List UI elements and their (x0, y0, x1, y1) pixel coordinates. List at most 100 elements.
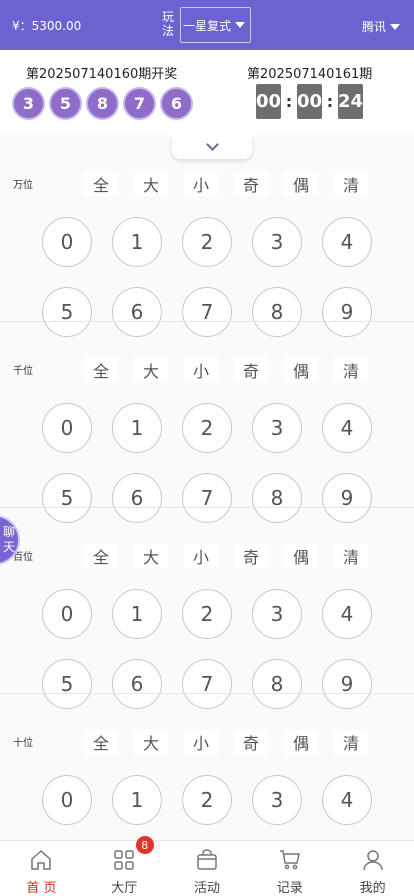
bottom-tab-bar: 首 页 8 大厅 活动 记录 我的 (0, 836, 414, 896)
quick-filter-button[interactable]: 偶 (284, 172, 318, 196)
tab-records[interactable]: 记录 (248, 841, 331, 896)
quick-filter-button[interactable]: 大 (134, 730, 168, 754)
digit-button[interactable]: 2 (182, 403, 232, 453)
section-divider (0, 693, 414, 694)
quick-filter-button[interactable]: 大 (134, 544, 168, 568)
caret-down-icon (390, 23, 400, 30)
quick-filter-button[interactable]: 小 (184, 730, 218, 754)
winning-ball: 5 (49, 87, 82, 120)
quick-filter-button[interactable]: 清 (334, 730, 368, 754)
digit-button[interactable]: 4 (322, 775, 372, 825)
grid-icon (114, 850, 134, 870)
digit-grid: 0123456789 (42, 775, 372, 840)
position-label: 万位 (13, 180, 33, 191)
digit-button[interactable]: 3 (252, 403, 302, 453)
digit-button[interactable]: 0 (42, 589, 92, 639)
position-label: 十位 (13, 738, 33, 749)
quick-filter-button[interactable]: 奇 (234, 172, 268, 196)
position-section: 千位 全大小奇偶清 0 1 2 3 4 5 6 7 8 9 (0, 321, 414, 523)
digit-button[interactable]: 2 (182, 775, 232, 825)
digit-button[interactable]: 0 (42, 403, 92, 453)
balance-text: ¥：5300.00 (12, 19, 82, 33)
quick-filter-button[interactable]: 清 (334, 544, 368, 568)
digit-button[interactable]: 4 (322, 217, 372, 267)
bet-panel: 万位全大小奇偶清 0 1 2 3 4 5 6 7 8 9 千位全大小奇偶清 0 1 2 3 4 5 6 7 8 9 百位全大… (0, 135, 414, 840)
digit-button[interactable]: 4 (322, 403, 372, 453)
digit-button[interactable]: 3 (252, 775, 302, 825)
chat-label: 天 (2, 540, 15, 554)
quick-filter-button[interactable]: 偶 (284, 730, 318, 754)
notification-badge: 8 (135, 836, 154, 854)
quick-filters: 全大小奇偶清 (84, 730, 368, 754)
quick-filter-button[interactable]: 奇 (234, 358, 268, 382)
tab-label: 大厅 (111, 881, 138, 896)
cart-icon (279, 850, 300, 870)
bag-icon (197, 849, 217, 870)
play-label: 玩法 (162, 10, 175, 38)
quick-filters: 全大小奇偶清 (84, 544, 368, 568)
quick-filters: 全大小奇偶清 (84, 358, 368, 382)
tab-profile[interactable]: 我的 (331, 841, 414, 896)
play-mode-value: 一星复式 (183, 18, 232, 33)
quick-filter-button[interactable]: 奇 (234, 730, 268, 754)
digit-grid: 0123456789 (42, 403, 372, 523)
quick-filter-button[interactable]: 清 (334, 358, 368, 382)
collapse-toggle[interactable] (172, 135, 252, 159)
quick-filter-button[interactable]: 全 (84, 730, 118, 754)
winning-ball: 6 (160, 87, 193, 120)
countdown-separator: : (326, 92, 334, 111)
section-divider (0, 321, 414, 322)
caret-down-icon (235, 22, 245, 28)
winning-ball: 8 (86, 87, 119, 120)
next-issue-title: 第202507140161期 (247, 67, 373, 82)
lottery-source-value: 腾讯 (361, 20, 386, 34)
digit-button[interactable]: 1 (112, 217, 162, 267)
quick-filters: 全大小奇偶清 (84, 172, 368, 196)
position-section: 百位全大小奇偶清 0 1 2 3 4 5 6 7 8 9 (0, 507, 414, 709)
countdown-minutes: 00 (297, 84, 322, 119)
quick-filter-button[interactable]: 小 (184, 358, 218, 382)
tab-activity[interactable]: 活动 (166, 841, 249, 896)
quick-filter-button[interactable]: 清 (334, 172, 368, 196)
quick-filter-button[interactable]: 小 (184, 172, 218, 196)
user-icon (362, 850, 383, 871)
countdown-seconds: 24 (338, 84, 363, 119)
chevron-down-icon (205, 138, 219, 151)
quick-filter-button[interactable]: 全 (84, 172, 118, 196)
digit-grid: 0123456789 (42, 589, 372, 709)
position-section: 万位 全大小奇偶清 0 1 2 3 4 5 6 7 8 9 (0, 135, 414, 337)
tab-home[interactable]: 首 页 (0, 841, 83, 896)
position-section: 十位 全大小奇偶清 0123456789 (0, 693, 414, 840)
digit-button[interactable]: 0 (42, 217, 92, 267)
digit-button[interactable]: 4 (322, 589, 372, 639)
digit-button[interactable]: 3 (252, 589, 302, 639)
quick-filter-button[interactable]: 小 (184, 544, 218, 568)
tab-lobby[interactable]: 8 大厅 (83, 836, 166, 896)
top-bar: ¥：5300.00 玩法 一星复式 腾讯 (0, 0, 414, 50)
countdown-timer: 00 : 00 : 24 (256, 84, 363, 119)
winning-ball: 3 (12, 87, 45, 120)
tab-label: 记录 (276, 881, 303, 896)
quick-filter-button[interactable]: 全 (84, 358, 118, 382)
lottery-source-select[interactable]: 腾讯 (362, 18, 400, 35)
quick-filter-button[interactable]: 大 (134, 358, 168, 382)
section-divider (0, 507, 414, 508)
digit-button[interactable]: 0 (42, 775, 92, 825)
quick-filter-button[interactable]: 奇 (234, 544, 268, 568)
quick-filter-button[interactable]: 大 (134, 172, 168, 196)
draw-info: 第202507140160期开奖 3 5 8 7 6 第202507140161… (0, 50, 414, 135)
digit-button[interactable]: 2 (182, 217, 232, 267)
quick-filter-button[interactable]: 偶 (284, 358, 318, 382)
tab-label: 活动 (193, 881, 220, 896)
position-label: 千位 (13, 366, 33, 377)
quick-filter-button[interactable]: 偶 (284, 544, 318, 568)
digit-button[interactable]: 1 (112, 589, 162, 639)
winning-numbers: 3 5 8 7 6 (12, 87, 193, 120)
quick-filter-button[interactable]: 全 (84, 544, 118, 568)
digit-button[interactable]: 1 (112, 775, 162, 825)
digit-button[interactable]: 1 (112, 403, 162, 453)
digit-button[interactable]: 2 (182, 589, 232, 639)
countdown-hours: 00 (256, 84, 281, 119)
play-mode-select[interactable]: 一星复式 (180, 7, 251, 43)
digit-button[interactable]: 3 (252, 217, 302, 267)
